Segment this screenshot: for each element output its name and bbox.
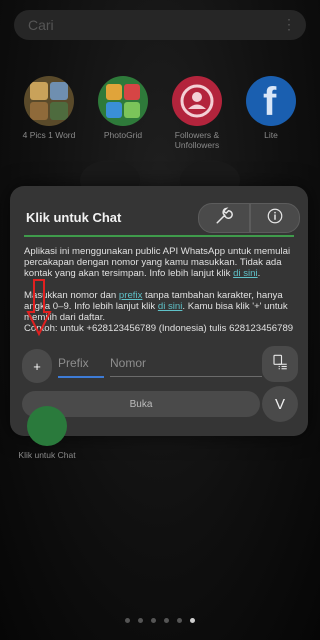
page-dot-active[interactable] bbox=[190, 618, 195, 623]
followers-icon bbox=[172, 76, 222, 126]
app-label: PhotoGrid bbox=[103, 130, 143, 140]
info-link[interactable]: di sini bbox=[233, 268, 258, 279]
prefix-field[interactable] bbox=[58, 352, 104, 378]
red-arrow-annotation bbox=[26, 279, 52, 337]
app-label: Followers & Unfollowers bbox=[174, 130, 220, 150]
more-options-icon[interactable]: ⋮ bbox=[282, 16, 296, 33]
example-text: Contoh: untuk +628123456789 (Indonesia) … bbox=[24, 323, 294, 334]
dialog-title: Klik untuk Chat bbox=[26, 210, 122, 225]
photogrid-icon bbox=[98, 76, 148, 126]
info-button[interactable] bbox=[250, 203, 300, 233]
page-dot[interactable] bbox=[151, 618, 156, 623]
page-dot[interactable] bbox=[138, 618, 143, 623]
page-dot[interactable] bbox=[164, 618, 169, 623]
click-to-chat-dialog: Klik untuk Chat Aplikasi ini menggunakan… bbox=[10, 186, 308, 436]
number-info-link[interactable]: di sini bbox=[158, 301, 183, 312]
page-dot[interactable] bbox=[125, 618, 130, 623]
app-lite[interactable]: f Lite bbox=[236, 76, 306, 140]
contacts-list-icon bbox=[271, 353, 289, 376]
app-label: Lite bbox=[264, 130, 278, 140]
choose-prefix-button[interactable]: + bbox=[22, 349, 52, 383]
expand-button[interactable]: V bbox=[262, 386, 298, 422]
app-label: 4 Pics 1 Word bbox=[22, 130, 76, 140]
app-label: Klik untuk Chat bbox=[18, 450, 76, 460]
app-4-pics-1-word[interactable]: 4 Pics 1 Word bbox=[14, 76, 84, 140]
contacts-list-button[interactable] bbox=[262, 346, 298, 382]
dialog-description: Aplikasi ini menggunakan public API What… bbox=[24, 246, 294, 334]
prefix-link[interactable]: prefix bbox=[119, 290, 142, 301]
chat-app-icon bbox=[27, 406, 67, 446]
search-bar[interactable]: Cari ⋮ bbox=[14, 10, 306, 40]
info-icon bbox=[266, 207, 284, 230]
page-dot[interactable] bbox=[177, 618, 182, 623]
prefix-input[interactable] bbox=[58, 352, 104, 370]
title-underline bbox=[24, 235, 294, 237]
page-indicator bbox=[0, 618, 320, 623]
app-klik-untuk-chat[interactable]: Klik untuk Chat bbox=[14, 406, 80, 460]
phone-number-input[interactable] bbox=[110, 352, 262, 370]
facebook-lite-icon: f bbox=[246, 76, 296, 126]
four-pics-icon bbox=[24, 76, 74, 126]
app-followers[interactable]: Followers & Unfollowers bbox=[162, 76, 232, 150]
app-photogrid[interactable]: PhotoGrid bbox=[88, 76, 158, 140]
info-text: Info lebih lanjut klik bbox=[149, 268, 234, 279]
phone-number-field[interactable] bbox=[110, 352, 262, 377]
search-placeholder: Cari bbox=[28, 17, 54, 33]
wrench-icon bbox=[215, 206, 233, 230]
settings-button[interactable] bbox=[198, 203, 250, 233]
